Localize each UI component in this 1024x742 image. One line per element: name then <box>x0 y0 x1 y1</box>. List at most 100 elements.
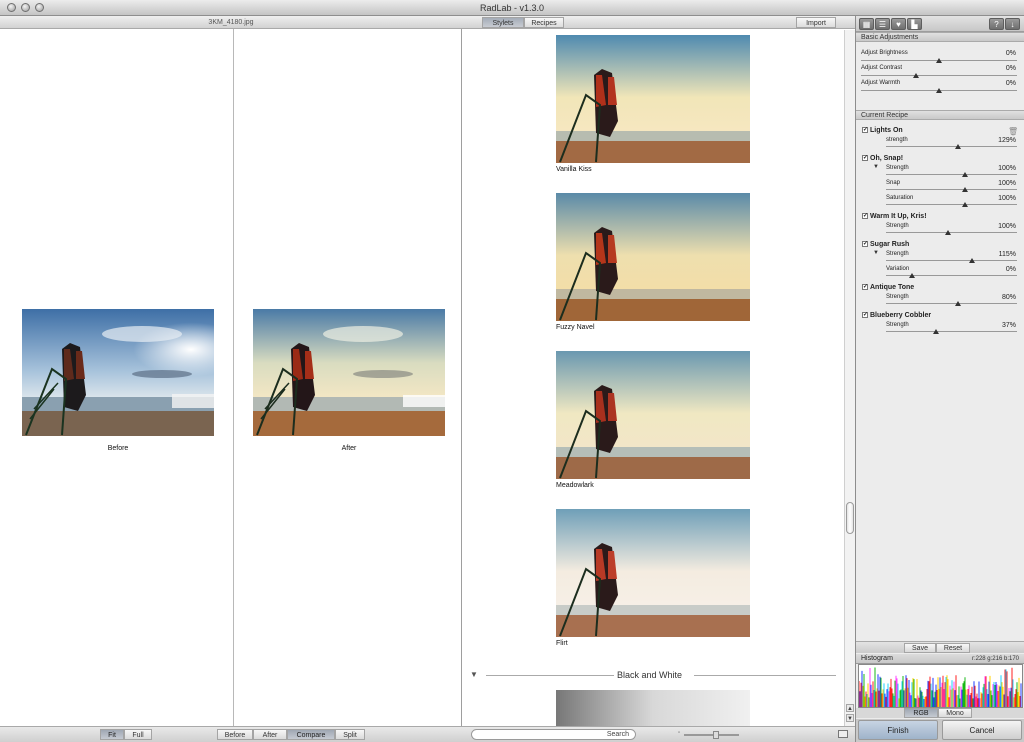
recipe-slider-value: 100% <box>998 180 1016 187</box>
tab-stylets[interactable]: Stylets <box>482 17 524 28</box>
before-photo <box>22 309 214 436</box>
scroll-up-icon[interactable]: ▲ <box>846 704 854 712</box>
recipe-slider-track[interactable] <box>886 232 1017 233</box>
full-button[interactable]: Full <box>124 729 152 740</box>
basic-adjustments-header[interactable]: Basic Adjustments <box>856 32 1024 42</box>
recipe-slider-track[interactable] <box>886 189 1017 190</box>
gallery-scrollbar[interactable]: ▲ ▼ <box>844 30 855 726</box>
recipe-stylet-title[interactable]: ✓ Oh, Snap! <box>862 155 903 162</box>
recipe-slider-knob[interactable] <box>962 202 968 207</box>
checkbox-icon[interactable]: ✓ <box>862 284 868 291</box>
adjust-slider-track[interactable] <box>861 75 1017 76</box>
fit-button[interactable]: Fit <box>100 729 124 740</box>
recipe-stylet-title[interactable]: ✓ Blueberry Cobbler <box>862 312 931 319</box>
recipe-slider-track[interactable] <box>886 303 1017 304</box>
stylets-tabs: Stylets Recipes Import <box>462 16 855 29</box>
import-button[interactable]: Import <box>796 17 836 28</box>
recipe-slider-knob[interactable] <box>933 329 939 334</box>
reset-button[interactable]: Reset <box>936 643 970 653</box>
recipe-slider-track[interactable] <box>886 204 1017 205</box>
after-view-button[interactable]: After <box>253 729 287 740</box>
histogram-mode: RGB Mono <box>856 708 1024 718</box>
recipe-slider-knob[interactable] <box>969 258 975 263</box>
chart-icon[interactable]: ▙ <box>907 18 922 30</box>
after-photo <box>253 309 445 436</box>
adjust-slider-knob[interactable] <box>936 88 942 93</box>
recipe-slider-knob[interactable] <box>955 144 961 149</box>
recipe-slider-label: strength <box>886 137 908 143</box>
section-rule <box>486 675 614 676</box>
adjust-label: Adjust Contrast <box>861 65 903 71</box>
recipe-slider-knob[interactable] <box>955 301 961 306</box>
before-view-button[interactable]: Before <box>217 729 253 740</box>
download-icon[interactable]: ↓ <box>1005 18 1020 30</box>
after-caption: After <box>341 445 357 452</box>
compare-pane: 3KM_4180.jpg Before After Fit Full Befor… <box>0 16 462 742</box>
collapse-triangle-icon[interactable]: ▼ <box>470 670 478 679</box>
recipe-slider-label: Snap <box>886 180 901 186</box>
recipe-stylet-title[interactable]: ✓ Warm It Up, Kris! <box>862 213 927 220</box>
recipe-slider-track[interactable] <box>886 146 1017 147</box>
recipe-slider-knob[interactable] <box>945 230 951 235</box>
scroll-down-icon[interactable]: ▼ <box>846 714 854 722</box>
recipe-slider-label: Strength <box>886 322 909 328</box>
adjust-slider-knob[interactable] <box>913 73 919 78</box>
radlab-window: RadLab - v1.3.0 3KM_4180.jpg Before Afte… <box>0 0 1024 742</box>
current-recipe-header[interactable]: Current Recipe <box>856 110 1024 120</box>
section-rule <box>694 675 836 676</box>
save-button[interactable]: Save <box>904 643 936 653</box>
stylet-thumbnail[interactable] <box>556 690 750 726</box>
filename-bar: 3KM_4180.jpg <box>0 16 462 29</box>
recipe-slider-track[interactable] <box>886 331 1017 332</box>
recipe-slider-value: 80% <box>1001 294 1016 301</box>
adjustments-toolbar: ▦ ☰ ♥ ▙ ? ↓ <box>856 16 1024 32</box>
tab-recipes[interactable]: Recipes <box>524 17 564 28</box>
recipe-stylet-title[interactable]: ✓ Antique Tone <box>862 284 914 291</box>
title-bar: RadLab - v1.3.0 <box>0 0 1024 16</box>
expand-triangle-icon[interactable]: ▼ <box>873 250 879 256</box>
checkbox-icon[interactable]: ✓ <box>862 155 868 162</box>
trash-icon[interactable]: 🗑 <box>1008 127 1018 136</box>
stylet-thumbnail[interactable] <box>556 351 750 479</box>
rgb-mode-button[interactable]: RGB <box>904 708 938 718</box>
mono-mode-button[interactable]: Mono <box>938 708 972 718</box>
slider-knob[interactable] <box>713 731 719 739</box>
finish-button[interactable]: Finish <box>858 720 938 740</box>
recipe-slider-track[interactable] <box>886 275 1017 276</box>
grid-icon[interactable]: ▦ <box>859 18 874 30</box>
search-field[interactable]: Search <box>471 729 636 740</box>
compare-divider[interactable] <box>233 29 234 726</box>
histogram-title: Histogram <box>861 655 893 662</box>
recipe-stylet-title[interactable]: ✓ Lights On <box>862 127 903 134</box>
stylet-label: Flirt <box>556 640 568 647</box>
stylet-thumbnail[interactable] <box>556 193 750 321</box>
recipe-slider-knob[interactable] <box>909 273 915 278</box>
stylet-thumbnail[interactable] <box>556 35 750 163</box>
rgb-readout: r:228 g:216 b:170 <box>971 656 1019 662</box>
recipe-slider-track[interactable] <box>886 260 1017 261</box>
recipe-stylet-title[interactable]: ✓ Sugar Rush <box>862 241 909 248</box>
stylet-thumbnail[interactable] <box>556 509 750 637</box>
split-view-button[interactable]: Split <box>335 729 365 740</box>
sliders-icon[interactable]: ☰ <box>875 18 890 30</box>
compare-view-button[interactable]: Compare <box>287 729 335 740</box>
recipe-slider-track[interactable] <box>886 174 1017 175</box>
scrollbar-thumb[interactable] <box>846 502 854 534</box>
help-icon[interactable]: ? <box>989 18 1004 30</box>
checkbox-icon[interactable]: ✓ <box>862 312 868 319</box>
cancel-button[interactable]: Cancel <box>942 720 1022 740</box>
expand-triangle-icon[interactable]: ▼ <box>873 164 879 170</box>
checkbox-icon[interactable]: ✓ <box>862 127 868 134</box>
adjust-slider-knob[interactable] <box>936 58 942 63</box>
recipe-slider-knob[interactable] <box>962 187 968 192</box>
stylet-gallery[interactable]: Vanilla Kiss Fuzzy Navel Meadowlark Flir… <box>462 30 844 726</box>
checkbox-icon[interactable]: ✓ <box>862 241 868 248</box>
recipe-slider-knob[interactable] <box>962 172 968 177</box>
stylet-label: Meadowlark <box>556 482 594 489</box>
heart-icon[interactable]: ♥ <box>891 18 906 30</box>
checkbox-icon[interactable]: ✓ <box>862 213 868 220</box>
adjustments-pane: ▦ ☰ ♥ ▙ ? ↓ Basic Adjustments Adjust Bri… <box>855 16 1024 742</box>
recipe-slider-value: 129% <box>998 137 1016 144</box>
window-title: RadLab - v1.3.0 <box>479 3 545 13</box>
thumbnail-size-slider[interactable] <box>684 734 739 736</box>
